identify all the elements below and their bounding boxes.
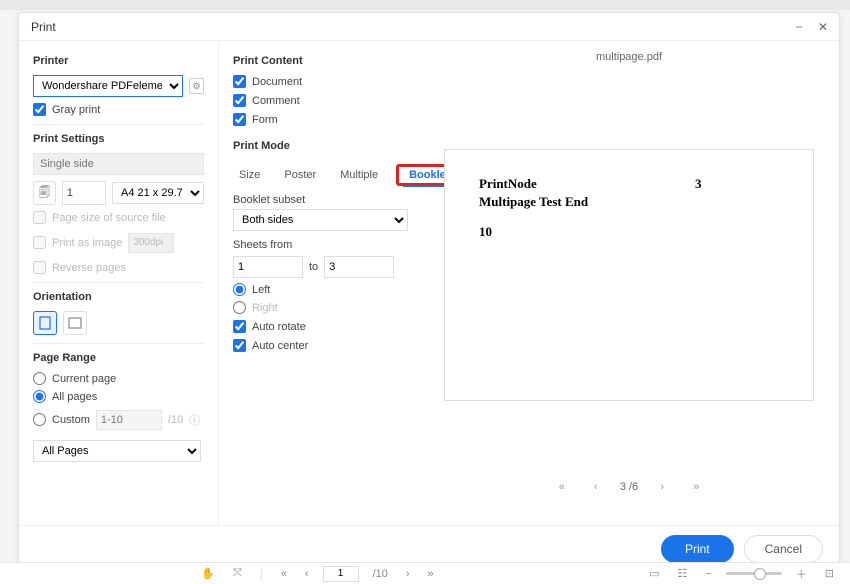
auto-center-check[interactable]: Auto center	[233, 339, 405, 352]
binding-right-radio[interactable]: Right	[233, 301, 405, 314]
sheets-to-input[interactable]	[324, 256, 394, 278]
gray-print-check[interactable]: Gray print	[33, 103, 204, 116]
printer-label: Printer	[33, 55, 204, 67]
document-check[interactable]: Document	[233, 75, 405, 88]
printer-settings-icon[interactable]: ⚙	[189, 78, 204, 94]
minimize-icon[interactable]: −	[791, 19, 807, 35]
custom-range-input[interactable]	[96, 410, 162, 430]
page-subset-select[interactable]: All Pages	[33, 440, 201, 462]
preview-text-2: Multipage Test End	[479, 194, 779, 210]
help-icon[interactable]: ⓘ	[189, 412, 200, 428]
print-mode-label: Print Mode	[233, 140, 405, 152]
prev-page-icon[interactable]: ‹	[301, 568, 313, 580]
pager-last-icon[interactable]: »	[686, 477, 706, 497]
reverse-pages-check[interactable]: Reverse pages	[33, 261, 204, 274]
orientation-label: Orientation	[33, 291, 204, 303]
cancel-button[interactable]: Cancel	[744, 535, 823, 563]
view-single-icon[interactable]: ▭	[645, 567, 663, 580]
preview-text-3: 10	[479, 224, 779, 240]
paper-size-select[interactable]: A4 21 x 29.7 cm	[112, 182, 204, 204]
print-content-label: Print Content	[233, 55, 405, 67]
print-button[interactable]: Print	[661, 535, 734, 563]
print-as-image-check[interactable]: Print as image	[33, 236, 122, 249]
fit-page-icon[interactable]: ⊡	[821, 567, 838, 580]
dialog-title: Print	[27, 20, 56, 34]
next-page-icon[interactable]: ›	[402, 568, 414, 580]
copies-icon: 🗐	[33, 181, 56, 205]
custom-radio[interactable]: Custom	[33, 413, 90, 426]
first-page-icon[interactable]: «	[277, 568, 291, 580]
auto-rotate-check[interactable]: Auto rotate	[233, 320, 405, 333]
zoom-slider[interactable]	[726, 572, 782, 575]
zoom-out-icon[interactable]: −	[701, 568, 715, 580]
booklet-subset-select[interactable]: Both sides	[233, 209, 408, 231]
comment-check[interactable]: Comment	[233, 94, 405, 107]
zoom-in-icon[interactable]: ＋	[792, 566, 811, 582]
tab-poster[interactable]: Poster	[278, 165, 322, 185]
print-settings-label: Print Settings	[33, 133, 204, 145]
last-page-icon[interactable]: »	[424, 568, 438, 580]
booklet-subset-label: Booklet subset	[233, 194, 405, 206]
copies-input[interactable]: 1	[62, 181, 106, 205]
orientation-landscape-icon[interactable]	[63, 311, 87, 335]
preview-text-1: PrintNode	[479, 176, 779, 192]
view-continuous-icon[interactable]: ☷	[673, 567, 691, 580]
page-number-input[interactable]	[323, 566, 359, 582]
form-check[interactable]: Form	[233, 113, 405, 126]
page-size-source-check[interactable]: Page size of source file	[33, 211, 204, 224]
binding-left-radio[interactable]: Left	[233, 283, 405, 296]
close-icon[interactable]: ✕	[815, 19, 831, 35]
tab-multiple[interactable]: Multiple	[334, 165, 384, 185]
dpi-input	[128, 233, 174, 253]
sides-select[interactable]	[33, 153, 204, 175]
hand-tool-icon[interactable]: ✋	[197, 567, 219, 580]
pager-page-number: 3 /6	[620, 481, 638, 493]
tab-size[interactable]: Size	[233, 165, 266, 185]
sheets-from-input[interactable]	[233, 256, 303, 278]
pager-prev-icon[interactable]: ‹	[586, 477, 606, 497]
current-page-radio[interactable]: Current page	[33, 372, 204, 385]
select-tool-icon[interactable]: ⤧	[229, 567, 246, 580]
orientation-portrait-icon[interactable]	[33, 311, 57, 335]
page-total-label: /10	[168, 414, 183, 426]
pager-first-icon[interactable]: «	[552, 477, 572, 497]
to-label: to	[309, 261, 318, 273]
sheets-from-label: Sheets from	[233, 239, 405, 251]
print-dialog: Print − ✕ Printer Wondershare PDFelement…	[18, 12, 840, 574]
preview-page: PrintNode 3 Multipage Test End 10	[444, 149, 814, 401]
all-pages-radio[interactable]: All pages	[33, 390, 204, 403]
printer-select[interactable]: Wondershare PDFelement	[33, 75, 183, 97]
bottom-toolbar: ✋ ⤧ | « ‹ /10 › » ▭ ☷ − ＋ ⊡	[0, 562, 850, 584]
page-range-label: Page Range	[33, 352, 204, 364]
preview-text-right: 3	[695, 176, 702, 192]
preview-filename: multipage.pdf	[596, 51, 662, 63]
pager-next-icon[interactable]: ›	[652, 477, 672, 497]
preview-pager: « ‹ 3 /6 › »	[552, 477, 706, 497]
titlebar: Print − ✕	[19, 13, 839, 41]
page-total: /10	[369, 568, 392, 580]
